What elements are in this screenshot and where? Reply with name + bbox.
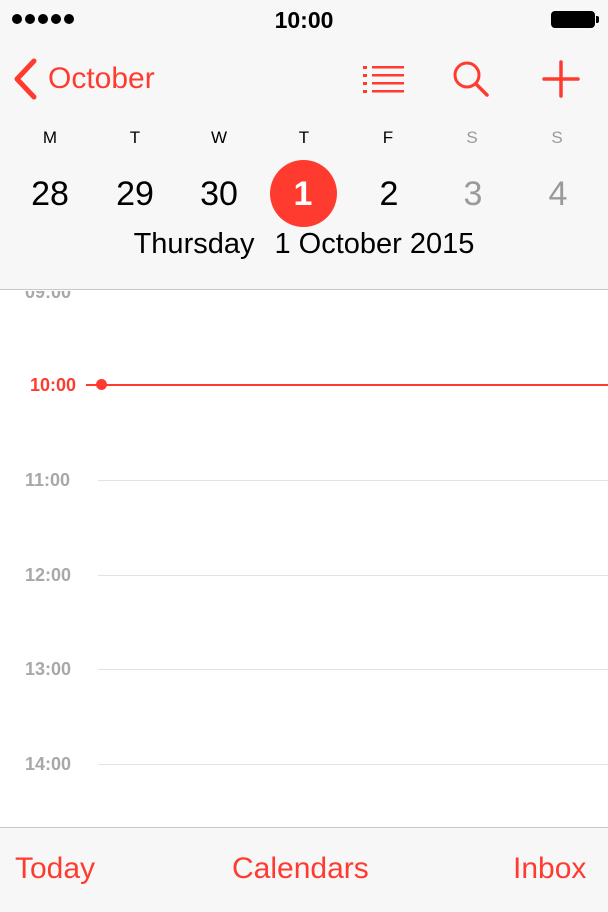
hour-divider (98, 669, 608, 670)
status-time: 10:00 (274, 7, 334, 33)
weekday-label: T (129, 128, 141, 147)
hour-row: 13:00 (0, 659, 608, 679)
hour-divider (98, 764, 608, 765)
list-icon (363, 66, 404, 93)
hour-divider (98, 575, 608, 576)
weekday-label: W (210, 128, 228, 147)
back-chevron-icon (14, 58, 37, 100)
day-timeline[interactable]: 09:00 10:00 11:00 12:00 13:00 14:00 (0, 291, 608, 827)
calendar-header: 10:00 October M T W T F S S 28 29 30 1 2… (0, 0, 608, 290)
selected-date-label: Thursday 1 October 2015 (0, 228, 608, 261)
hour-label: 12:00 (25, 565, 72, 585)
hour-label: 14:00 (25, 754, 72, 774)
list-view-button[interactable] (360, 58, 406, 100)
hour-row: 11:00 (0, 470, 608, 490)
battery-icon (551, 11, 595, 28)
selected-weekday: Thursday (133, 228, 255, 260)
weekday-label: F (382, 128, 394, 147)
day-button[interactable]: 3 (440, 171, 506, 217)
hour-row: 14:00 (0, 754, 608, 774)
weekday-label: M (42, 128, 58, 147)
hour-label: 11:00 (25, 470, 71, 490)
back-label: October (48, 62, 155, 95)
calendars-button[interactable]: Calendars (232, 852, 369, 886)
today-button[interactable]: Today (15, 852, 95, 886)
search-button[interactable] (448, 58, 494, 100)
hour-divider (98, 480, 608, 481)
back-to-month-button[interactable]: October (12, 56, 155, 102)
current-time-indicator: 10:00 (0, 375, 608, 395)
weekday-label: S (551, 128, 563, 147)
weekday-label: S (466, 128, 478, 147)
hour-label: 09:00 (25, 291, 72, 302)
hour-row: 09:00 (0, 291, 608, 302)
add-icon (542, 60, 580, 98)
search-icon (453, 61, 489, 97)
selected-day-button[interactable]: 1 (270, 171, 336, 217)
day-button[interactable]: 28 (17, 171, 83, 217)
selected-full-date: 1 October 2015 (274, 228, 475, 260)
bottom-toolbar: Today Calendars Inbox (0, 827, 608, 912)
day-button[interactable]: 29 (102, 171, 168, 217)
day-button[interactable]: 2 (356, 171, 422, 217)
weekday-label: T (298, 128, 310, 147)
day-button[interactable]: 4 (525, 171, 591, 217)
add-event-button[interactable] (538, 58, 584, 100)
battery-tip (596, 16, 599, 23)
inbox-button[interactable]: Inbox (513, 852, 586, 886)
current-time-label: 10:00 (30, 375, 77, 395)
day-button[interactable]: 30 (186, 171, 252, 217)
hour-row: 12:00 (0, 565, 608, 585)
current-time-line (103, 384, 608, 386)
hour-label: 13:00 (25, 659, 72, 679)
status-bar: 10:00 (0, 0, 608, 40)
